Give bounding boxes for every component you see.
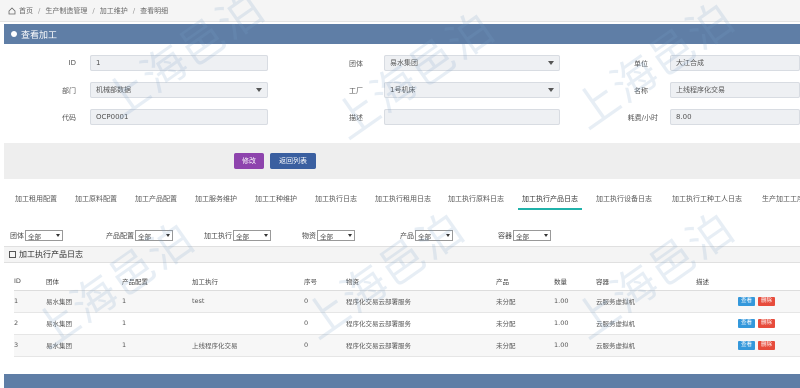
tab-rental-config[interactable]: 加工租用配置 — [15, 194, 57, 204]
col-execution[interactable]: 加工执行 — [192, 272, 304, 291]
view-button[interactable]: 查看 — [738, 318, 756, 328]
filter-container-select[interactable]: 全部 — [513, 230, 551, 241]
section-header: 加工执行产品日志 — [4, 246, 800, 263]
col-container[interactable]: 容器 — [596, 272, 696, 291]
id-field[interactable]: 1 — [90, 55, 268, 71]
table-row: 2 易水集团 1 0 程序化交易云部署服务 未分配 1.00 云服务虚拟机 查看… — [14, 312, 800, 335]
chevron-down-icon — [446, 234, 450, 237]
tab-execution-product-log[interactable]: 加工执行产品日志 — [518, 194, 582, 210]
chevron-down-icon — [548, 61, 554, 65]
panel-bullet-icon — [11, 31, 17, 37]
col-product[interactable]: 产品 — [496, 272, 554, 291]
back-to-list-button[interactable]: 返回列表 — [270, 153, 316, 169]
breadcrumb-separator: / — [132, 6, 136, 15]
tab-material-config[interactable]: 加工原料配置 — [75, 194, 117, 204]
panel-header: 查看加工 — [4, 24, 800, 44]
filter-container: 容器 全部 — [498, 230, 551, 241]
filter-material-select[interactable]: 全部 — [317, 230, 355, 241]
chevron-down-icon — [348, 234, 352, 237]
filter-group: 团体 全部 — [10, 230, 63, 241]
table-row: 1 易水集团 1 test 0 程序化交易云部署服务 未分配 1.00 云服务虚… — [14, 290, 800, 313]
chevron-down-icon — [56, 234, 60, 237]
breadcrumb-separator: / — [92, 6, 95, 15]
col-actions — [738, 272, 800, 291]
breadcrumb-detail: 查看明细 — [140, 6, 169, 15]
chevron-down-icon — [166, 234, 170, 237]
section-title: 加工执行产品日志 — [19, 250, 83, 259]
table-row: 3 易水集团 1 上线程序化交易 0 程序化交易云部署服务 未分配 1.00 云… — [14, 334, 800, 357]
filter-material: 物资 全部 — [302, 230, 355, 241]
chevron-down-icon — [264, 234, 268, 237]
tab-execution-worker-log[interactable]: 加工执行工种工人日志 — [672, 194, 742, 204]
id-label: ID — [68, 59, 76, 67]
group-label: 团体 — [349, 60, 363, 68]
tab-product-config[interactable]: 加工产品配置 — [135, 194, 177, 204]
view-button[interactable]: 查看 — [738, 340, 756, 350]
desc-field[interactable] — [384, 109, 560, 125]
chevron-down-icon — [256, 88, 262, 92]
filter-product-config: 产品配置 全部 — [106, 230, 173, 241]
col-group[interactable]: 团体 — [46, 272, 122, 291]
home-icon[interactable] — [8, 6, 16, 15]
tab-execution-equipment-log[interactable]: 加工执行设备日志 — [596, 194, 652, 204]
delete-button[interactable]: 删除 — [758, 340, 776, 350]
tab-execution-log[interactable]: 加工执行日志 — [315, 194, 357, 204]
filter-group-select[interactable]: 全部 — [25, 230, 63, 241]
factory-select[interactable]: 1号机床 — [384, 82, 560, 98]
tab-execution-rental-log[interactable]: 加工执行租用日志 — [375, 194, 431, 204]
tab-execution-material-log[interactable]: 加工执行原料日志 — [448, 194, 504, 204]
table-header-row: ID 团体 产品配置 加工执行 序号 物资 产品 数量 容器 描述 — [14, 272, 800, 291]
dept-select[interactable]: 机械部数据 — [90, 82, 268, 98]
view-button[interactable]: 查看 — [738, 296, 756, 306]
unit-label: 单位 — [634, 60, 648, 68]
desc-label: 描述 — [349, 114, 363, 122]
duration-field[interactable]: 8.00 — [670, 109, 800, 125]
code-field[interactable]: OCP0001 — [90, 109, 268, 125]
breadcrumb-processing[interactable]: 加工维护 — [100, 6, 128, 16]
list-icon — [9, 251, 16, 258]
col-id[interactable]: ID — [14, 272, 46, 291]
detail-form: ID 1 团体 易水集团 单位 大江合成 部门 机械部数据 工厂 1号机床 名称… — [4, 44, 800, 142]
tab-worktype-maintenance[interactable]: 加工工种维护 — [255, 194, 297, 204]
code-label: 代码 — [62, 114, 76, 122]
filter-execution: 加工执行 全部 — [204, 230, 271, 241]
col-description[interactable]: 描述 — [696, 272, 738, 291]
name-field[interactable]: 上线程序化交易 — [670, 82, 800, 98]
col-material[interactable]: 物资 — [346, 272, 496, 291]
tab-process-steps[interactable]: 生产加工工序 — [762, 194, 800, 204]
action-bar: 修改 返回列表 — [4, 143, 800, 179]
breadcrumb: 首页 / 生产制造管理 / 加工维护 / 查看明细 — [0, 0, 800, 22]
col-seq[interactable]: 序号 — [304, 272, 346, 291]
dept-label: 部门 — [62, 87, 76, 95]
breadcrumb-production[interactable]: 生产制造管理 — [45, 6, 87, 16]
col-product-config[interactable]: 产品配置 — [122, 272, 192, 291]
filter-product-config-select[interactable]: 全部 — [135, 230, 173, 241]
duration-label: 耗费/小时 — [627, 114, 658, 122]
delete-button[interactable]: 删除 — [758, 318, 776, 328]
chevron-down-icon — [548, 88, 554, 92]
tab-bar: 加工租用配置 加工原料配置 加工产品配置 加工服务维护 加工工种维护 加工执行日… — [4, 188, 800, 210]
group-select[interactable]: 易水集团 — [384, 55, 560, 71]
breadcrumb-separator: / — [38, 6, 41, 15]
footer-bar — [4, 374, 800, 388]
filter-product: 产品 全部 — [400, 230, 453, 241]
tab-service-maintenance[interactable]: 加工服务维护 — [195, 194, 237, 204]
breadcrumb-home[interactable]: 首页 — [19, 6, 33, 16]
delete-button[interactable]: 删除 — [758, 296, 776, 306]
factory-label: 工厂 — [349, 87, 363, 95]
edit-button[interactable]: 修改 — [234, 153, 264, 169]
name-label: 名称 — [634, 87, 648, 95]
col-quantity[interactable]: 数量 — [554, 272, 596, 291]
unit-field[interactable]: 大江合成 — [670, 55, 800, 71]
filter-execution-select[interactable]: 全部 — [233, 230, 271, 241]
panel-title: 查看加工 — [21, 30, 58, 41]
filter-bar: 团体 全部 产品配置 全部 加工执行 全部 物资 全部 产品 全部 容器 全部 — [4, 224, 800, 244]
product-log-table: ID 团体 产品配置 加工执行 序号 物资 产品 数量 容器 描述 1 易水集团… — [14, 272, 800, 357]
filter-product-select[interactable]: 全部 — [415, 230, 453, 241]
chevron-down-icon — [544, 234, 548, 237]
